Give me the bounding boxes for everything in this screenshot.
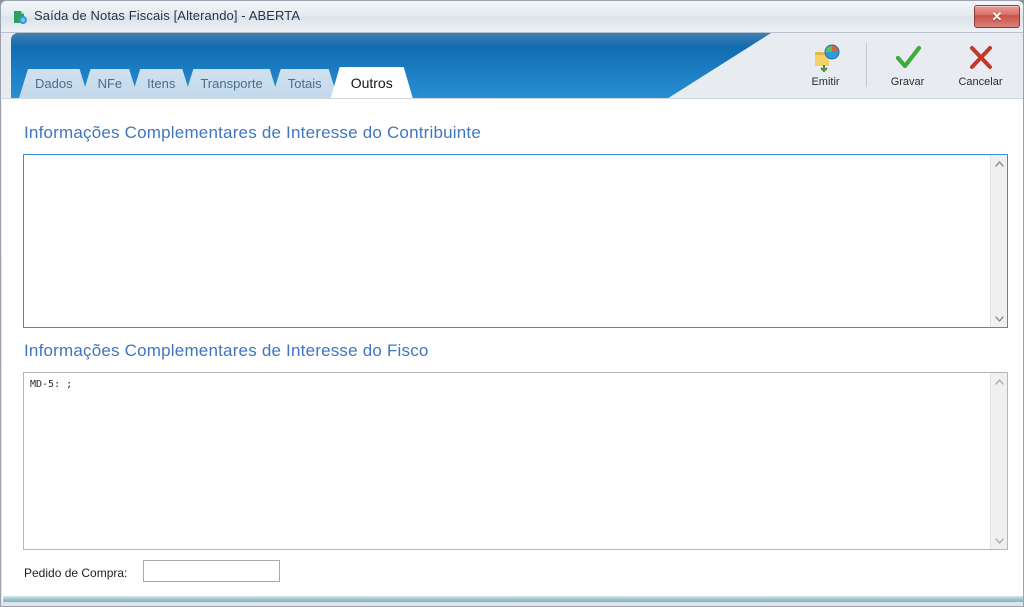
chevron-up-icon[interactable] bbox=[991, 373, 1007, 390]
document-app-icon bbox=[12, 9, 28, 25]
check-icon bbox=[893, 43, 923, 73]
fisco-scrollbar[interactable] bbox=[990, 373, 1007, 549]
tab-label: Totais bbox=[287, 76, 322, 91]
fisco-section-label: Informações Complementares de Interesse … bbox=[24, 341, 429, 360]
chevron-down-icon[interactable] bbox=[991, 310, 1007, 327]
contribuinte-textarea[interactable] bbox=[23, 154, 1008, 328]
header-band-sheen bbox=[11, 33, 771, 47]
pedido-de-compra-input[interactable] bbox=[143, 560, 280, 582]
window-bottom-edge bbox=[3, 596, 1023, 602]
close-button[interactable]: ✕ bbox=[974, 5, 1020, 28]
tab-transporte[interactable]: Transporte bbox=[184, 69, 278, 98]
tab-itens[interactable]: Itens bbox=[131, 69, 191, 98]
cancel-x-icon bbox=[966, 43, 996, 73]
close-icon: ✕ bbox=[991, 9, 1003, 24]
tab-outros[interactable]: Outros bbox=[331, 67, 413, 98]
gravar-label: Gravar bbox=[890, 75, 925, 88]
fisco-textarea-value[interactable]: MD-5: ; bbox=[24, 373, 990, 549]
tab-label: Itens bbox=[147, 76, 176, 91]
tab-dados[interactable]: Dados bbox=[19, 69, 89, 98]
window-title: Saída de Notas Fiscais [Alterando] - ABE… bbox=[34, 8, 301, 23]
contribuinte-textarea-value[interactable] bbox=[24, 155, 990, 327]
tab-label: Transporte bbox=[200, 76, 263, 91]
chevron-down-icon[interactable] bbox=[991, 532, 1007, 549]
toolbar-separator bbox=[866, 43, 867, 87]
tab-label: NFe bbox=[97, 76, 123, 91]
toolbar: Emitir Gravar Cancelar bbox=[789, 35, 1017, 95]
pedido-de-compra-label: Pedido de Compra: bbox=[24, 566, 128, 580]
application-window: Saída de Notas Fiscais [Alterando] - ABE… bbox=[0, 0, 1024, 607]
publish-globe-icon bbox=[811, 43, 841, 73]
tab-totais[interactable]: Totais bbox=[272, 69, 338, 98]
tab-label: Dados bbox=[35, 76, 73, 91]
cancelar-label: Cancelar bbox=[958, 75, 1003, 88]
gravar-button[interactable]: Gravar bbox=[871, 36, 944, 94]
contribuinte-scrollbar[interactable] bbox=[990, 155, 1007, 327]
content-panel: Informações Complementares de Interesse … bbox=[2, 98, 1023, 602]
tab-nfe[interactable]: NFe bbox=[82, 69, 139, 98]
contribuinte-section-label: Informações Complementares de Interesse … bbox=[24, 123, 482, 142]
tab-label: Outros bbox=[350, 74, 393, 91]
title-bar: Saída de Notas Fiscais [Alterando] - ABE… bbox=[1, 1, 1023, 33]
cancelar-button[interactable]: Cancelar bbox=[944, 36, 1017, 94]
emitir-button[interactable]: Emitir bbox=[789, 36, 862, 94]
chevron-up-icon[interactable] bbox=[991, 155, 1007, 172]
fisco-textarea[interactable]: MD-5: ; bbox=[23, 372, 1008, 550]
emitir-label: Emitir bbox=[811, 75, 840, 88]
tab-bar: Dados NFe Itens Transporte Totais Outros bbox=[19, 67, 406, 98]
